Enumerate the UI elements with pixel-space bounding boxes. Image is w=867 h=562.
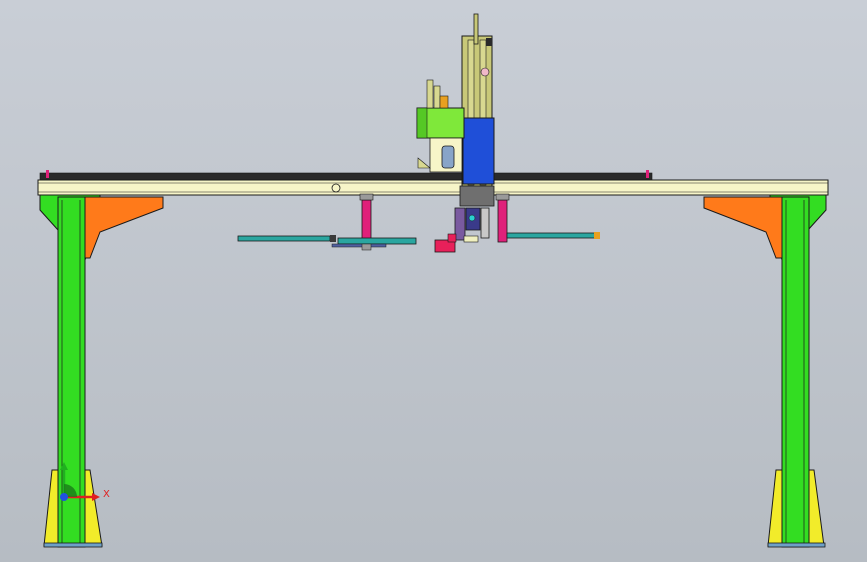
left-bracket xyxy=(84,196,164,259)
right-arm-bar xyxy=(506,232,600,239)
right-column[interactable] xyxy=(703,194,827,548)
left-arm[interactable] xyxy=(237,193,417,251)
gripper-head[interactable] xyxy=(434,207,490,253)
right-foot-right xyxy=(808,469,825,547)
beam-hole xyxy=(331,183,341,193)
right-bracket xyxy=(703,196,783,259)
z-axis-dot xyxy=(60,493,68,501)
left-arm-plate xyxy=(337,237,417,245)
left-arm-bar xyxy=(237,235,331,242)
cad-viewport[interactable]: X xyxy=(0,0,867,562)
carriage-block xyxy=(462,117,495,185)
right-arm[interactable] xyxy=(495,193,600,243)
right-foot xyxy=(767,469,783,547)
left-foot xyxy=(43,469,59,547)
gantry-drawing[interactable]: X xyxy=(0,0,867,562)
x-axis-label: X xyxy=(103,489,110,500)
beam-top-rail xyxy=(39,172,653,181)
beam-body xyxy=(37,179,829,196)
main-beam[interactable] xyxy=(37,170,829,196)
vertical-axis[interactable] xyxy=(459,13,495,207)
vertical-rod xyxy=(473,13,479,45)
left-column[interactable] xyxy=(39,194,164,548)
motor-housing[interactable] xyxy=(416,79,465,173)
right-arm-post xyxy=(497,199,508,243)
left-arm-post xyxy=(361,199,372,243)
left-foot-right xyxy=(84,469,103,547)
